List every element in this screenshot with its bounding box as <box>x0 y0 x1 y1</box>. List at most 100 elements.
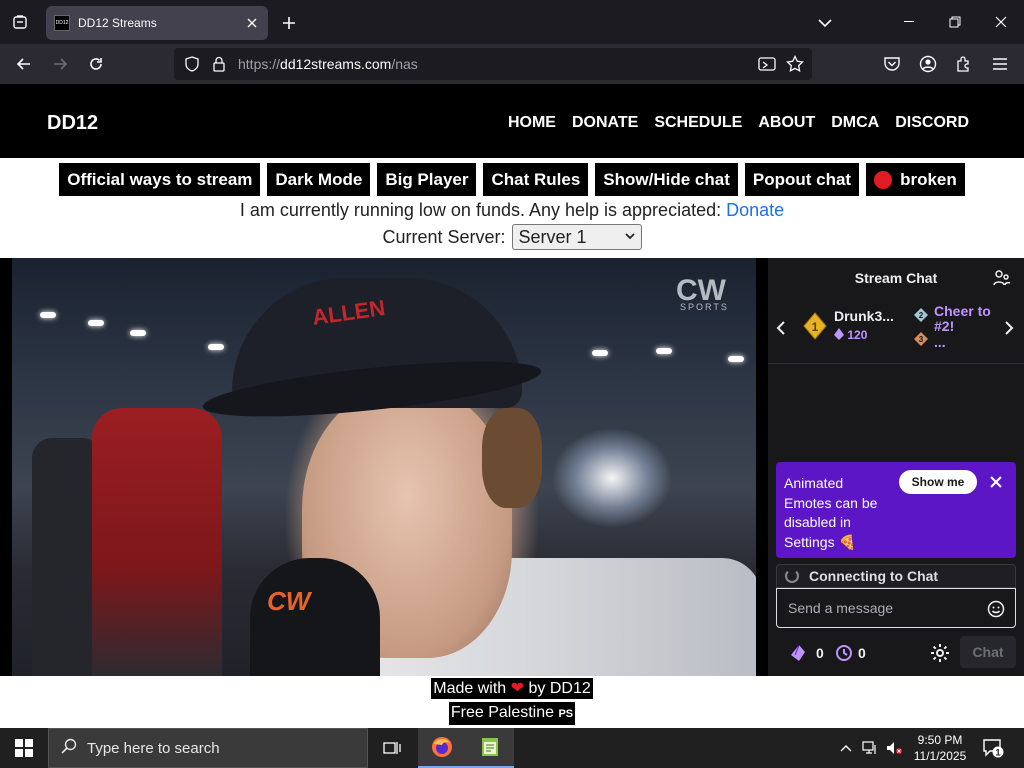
heart-icon: ❤ <box>510 680 525 697</box>
tab-overflow-chevron-icon[interactable] <box>814 12 836 34</box>
lock-icon[interactable] <box>212 56 226 77</box>
system-clock[interactable]: 9:50 PM 11/1/2025 <box>910 732 970 764</box>
chevron-right-icon[interactable] <box>1004 320 1018 340</box>
tab-close-icon[interactable] <box>242 13 262 33</box>
server-picker: Current Server: Server 1 <box>0 224 1024 250</box>
player-controls: Official ways to stream Dark Mode Big Pl… <box>0 163 1024 196</box>
broken-report-button[interactable]: broken <box>866 163 965 196</box>
chat-send-button[interactable]: Chat <box>960 636 1016 668</box>
chat-rules-button[interactable]: Chat Rules <box>483 163 589 196</box>
leader-name[interactable]: Drunk3... <box>834 308 894 324</box>
site-header: DD12 HOME DONATE SCHEDULE ABOUT DMCA DIS… <box>0 84 1024 158</box>
official-ways-button[interactable]: Official ways to stream <box>59 163 261 196</box>
browser-tab-bar: DD12 DD12 Streams <box>0 0 1024 44</box>
url-path: /nas <box>391 56 418 72</box>
pocket-icon[interactable] <box>880 52 904 76</box>
tray-overflow-chevron-up-icon[interactable] <box>838 740 854 756</box>
browser-nav-bar: https://dd12streams.com/nas <box>0 44 1024 84</box>
leaderboard: 1 Drunk3... 120 2 3 Cheer to #2! ... <box>768 298 1024 364</box>
nav-about[interactable]: ABOUT <box>758 114 815 132</box>
nav-discord[interactable]: DISCORD <box>895 114 969 132</box>
hamburger-menu-icon[interactable] <box>988 52 1012 76</box>
callout-message: Animated Emotes can be disabled in Setti… <box>784 475 878 550</box>
site-nav: HOME DONATE SCHEDULE ABOUT DMCA DISCORD <box>508 114 969 132</box>
connection-status: Connecting to Chat <box>776 564 1016 588</box>
nav-home[interactable]: HOME <box>508 114 556 132</box>
red-circle-icon <box>874 170 893 189</box>
made-with-suffix: by DD12 <box>528 680 591 697</box>
donate-link[interactable]: Donate <box>726 200 784 220</box>
new-tab-icon[interactable] <box>278 12 300 34</box>
popout-chat-button[interactable]: Popout chat <box>744 163 860 196</box>
video-frame[interactable]: ALLEN CW CW SPORTS <box>12 258 756 676</box>
gear-icon[interactable] <box>930 643 950 663</box>
firefox-taskbar-icon[interactable] <box>418 728 466 768</box>
extensions-puzzle-icon[interactable] <box>952 52 976 76</box>
tab-list-icon[interactable] <box>8 10 32 34</box>
show-me-button[interactable]: Show me <box>899 470 977 494</box>
chat-message-input[interactable]: Send a message <box>776 588 1016 628</box>
tab-title: DD12 Streams <box>78 16 157 30</box>
forward-arrow-icon[interactable] <box>48 52 72 76</box>
channel-points-icon[interactable] <box>835 644 853 662</box>
network-logo-sub: SPORTS <box>680 302 729 312</box>
restore-icon[interactable] <box>932 0 978 44</box>
server-select[interactable]: Server 1 <box>511 224 642 250</box>
notification-center-icon[interactable]: 1 <box>982 738 1004 758</box>
chat-footer: 0 0 Chat <box>768 636 1024 672</box>
url-text: https://dd12streams.com/nas <box>238 56 418 72</box>
windows-start-icon[interactable] <box>0 728 48 768</box>
clock-time: 9:50 PM <box>917 733 963 747</box>
connection-text: Connecting to Chat <box>809 568 939 584</box>
community-users-icon[interactable] <box>992 268 1012 288</box>
nav-donate[interactable]: DONATE <box>572 114 638 132</box>
pizza-emote-icon: 🍕 <box>838 533 856 550</box>
rank-number: 1 <box>812 320 819 334</box>
broken-label: broken <box>900 169 957 189</box>
nav-schedule[interactable]: SCHEDULE <box>654 114 742 132</box>
url-bar[interactable]: https://dd12streams.com/nas <box>174 48 812 80</box>
nav-dmca[interactable]: DMCA <box>831 114 879 132</box>
favicon-text: DD12 <box>55 20 69 26</box>
leader-points: 120 <box>847 328 868 342</box>
chat-header: Stream Chat <box>768 258 1024 298</box>
chevron-left-icon[interactable] <box>776 320 790 340</box>
emote-picker-smile-icon[interactable] <box>987 600 1005 618</box>
tracking-shield-icon[interactable] <box>184 56 200 77</box>
taskbar-search-box[interactable]: Type here to search <box>48 728 368 768</box>
close-icon[interactable] <box>988 474 1004 490</box>
site-logo[interactable]: DD12 <box>47 112 98 135</box>
task-view-icon[interactable] <box>368 728 416 768</box>
account-icon[interactable] <box>916 52 940 76</box>
close-window-icon[interactable] <box>978 0 1024 44</box>
stadium-light <box>40 312 56 318</box>
video-player[interactable]: ALLEN CW CW SPORTS <box>0 258 768 676</box>
url-prefix: https:// <box>238 56 281 72</box>
minimize-icon[interactable] <box>886 0 932 44</box>
stadium-light <box>592 350 608 356</box>
chat-title: Stream Chat <box>854 270 938 286</box>
funds-message: I am currently running low on funds. Any… <box>239 200 722 220</box>
volume-muted-icon[interactable] <box>886 740 902 756</box>
notepad-taskbar-icon[interactable] <box>466 728 514 768</box>
stadium-light <box>88 320 104 326</box>
reload-icon[interactable] <box>84 52 108 76</box>
crew-member-figure <box>92 408 222 676</box>
back-arrow-icon[interactable] <box>12 52 36 76</box>
bookmark-star-icon[interactable] <box>786 54 804 78</box>
funds-notice: I am currently running low on funds. Any… <box>0 200 1024 221</box>
network-icon[interactable] <box>862 740 878 756</box>
big-player-button[interactable]: Big Player <box>377 163 477 196</box>
show-hide-chat-button[interactable]: Show/Hide chat <box>595 163 738 196</box>
reader-view-icon[interactable] <box>758 56 776 77</box>
stadium-light <box>130 330 146 336</box>
points-count: 0 <box>858 645 866 661</box>
cheer-prompt[interactable]: Cheer to #2! <box>934 304 1004 334</box>
server-selected: Server 1 <box>518 226 587 247</box>
rank3-number: 3 <box>919 335 924 344</box>
browser-tab[interactable]: DD12 DD12 Streams <box>46 6 268 40</box>
bits-icon[interactable] <box>790 644 806 662</box>
dark-mode-button[interactable]: Dark Mode <box>267 163 371 196</box>
gold-rank-badge-icon: 1 <box>802 312 828 340</box>
bits-diamond-icon <box>834 328 844 340</box>
